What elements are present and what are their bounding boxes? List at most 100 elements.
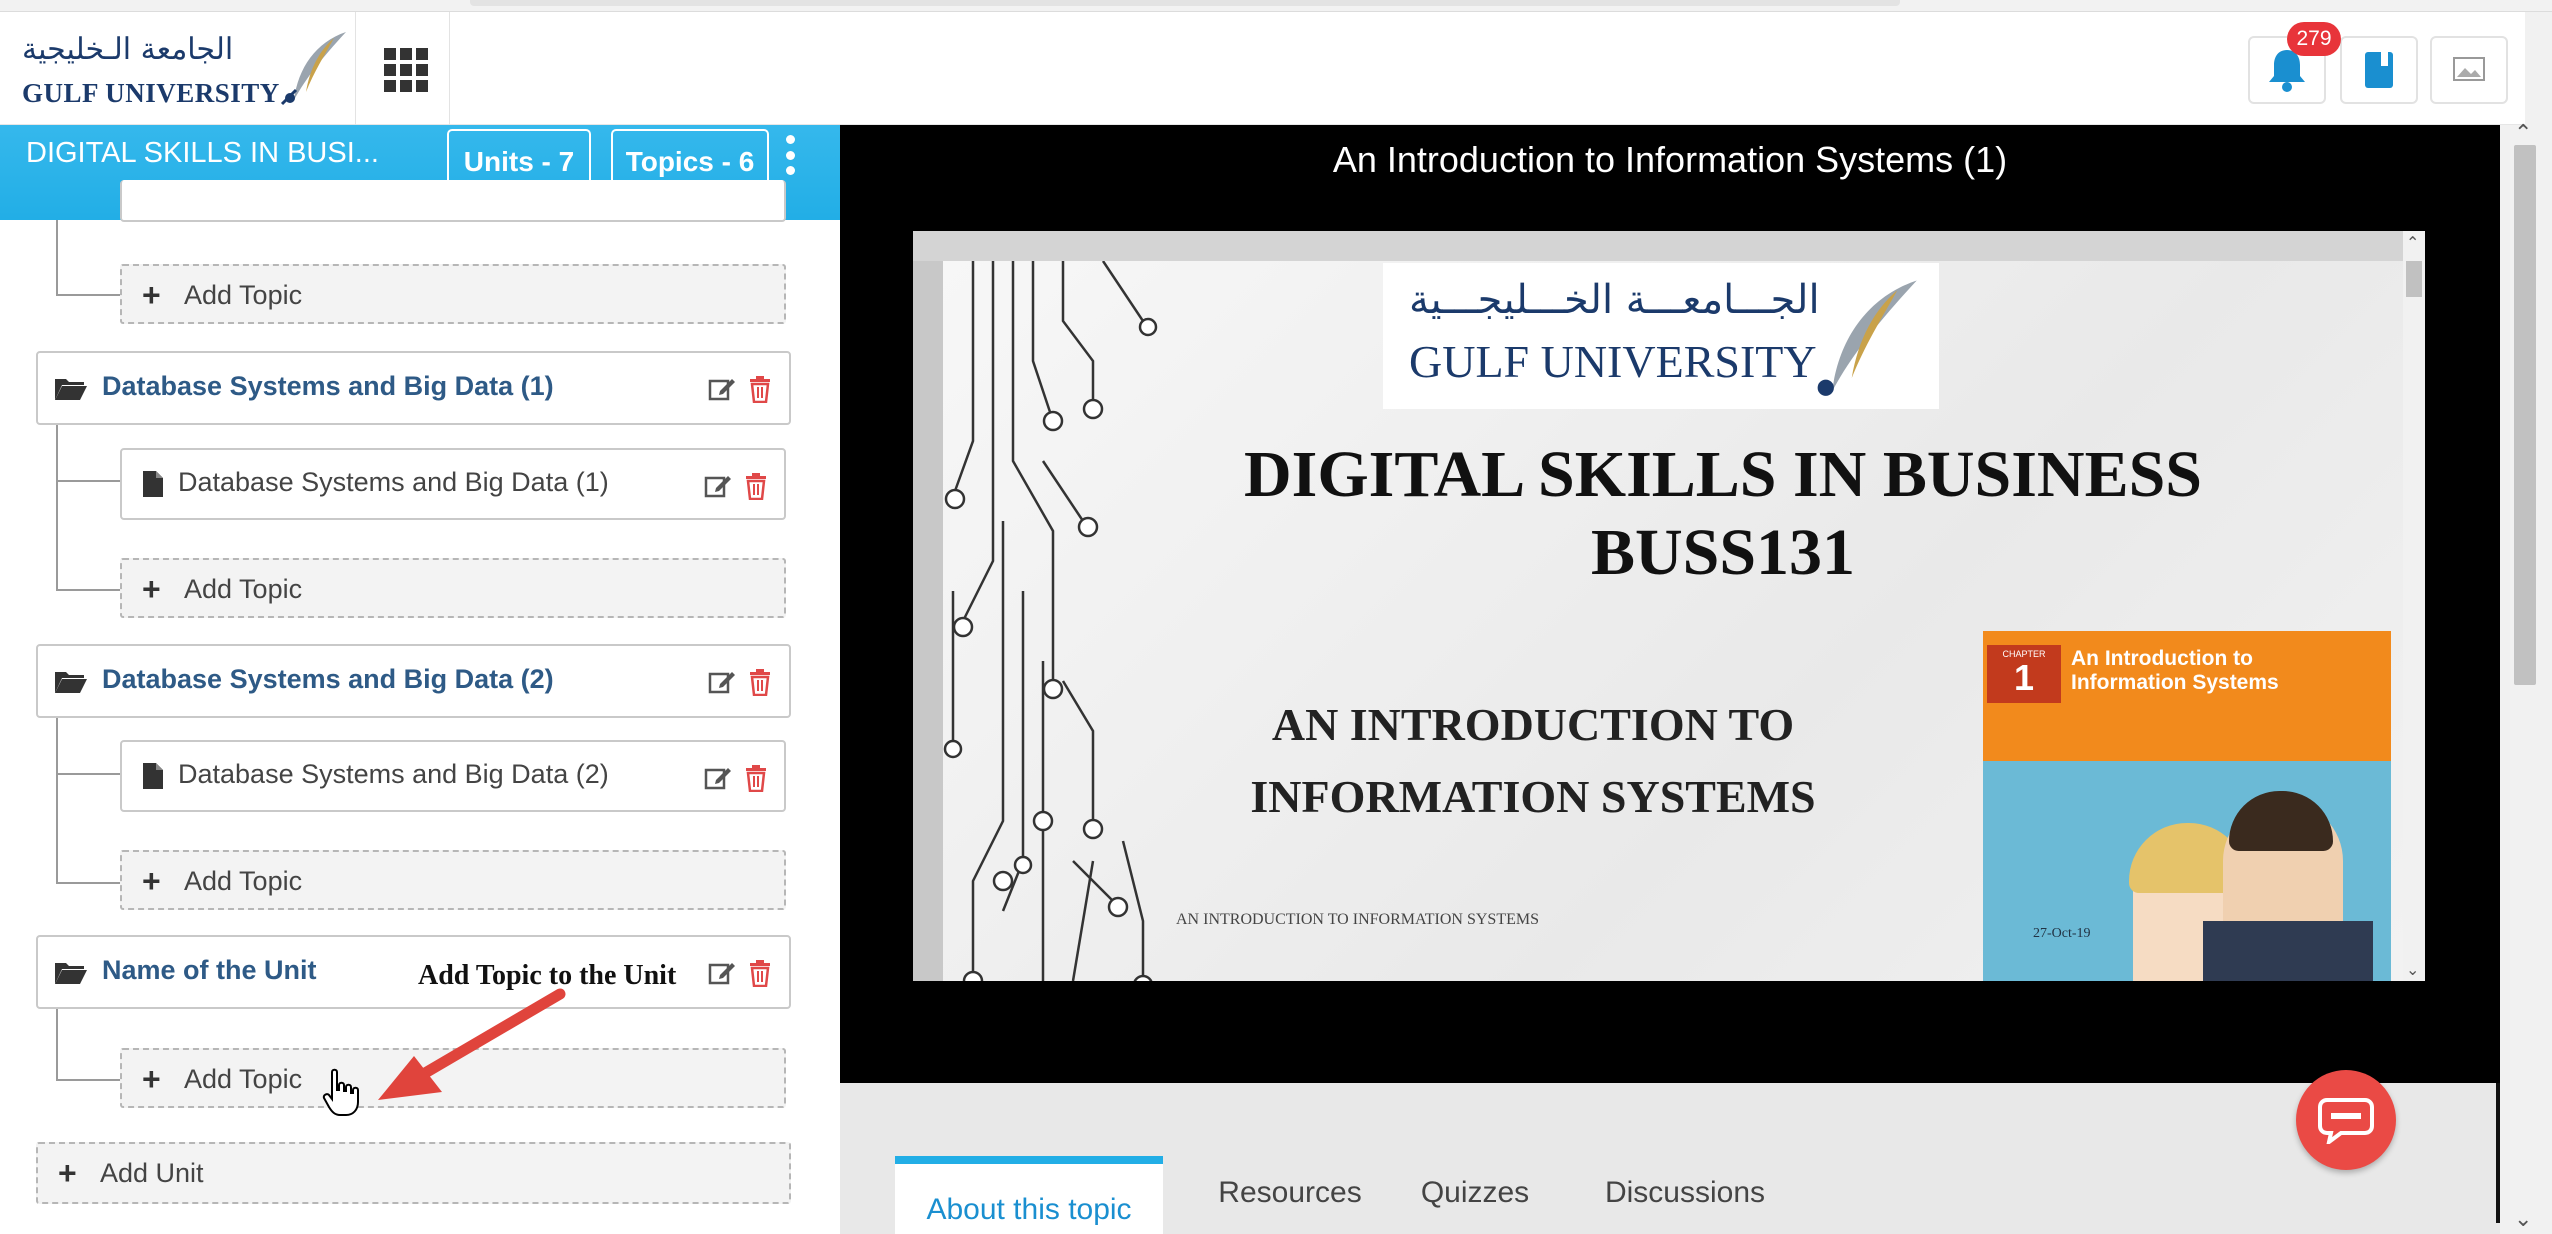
slide-footer: AN INTRODUCTION TO INFORMATION SYSTEMS <box>1176 911 1539 928</box>
profile-image-button[interactable] <box>2430 36 2508 104</box>
hand-cursor-icon <box>322 1068 359 1116</box>
add-topic-label: Add Topic <box>184 1064 303 1094</box>
textbook-cover-image: CHAPTER 1 An Introduction to Information… <box>1983 631 2391 981</box>
topic-viewer: An Introduction to Information Systems (… <box>840 125 2500 1083</box>
more-options-icon[interactable] <box>783 135 797 175</box>
tree-connector <box>56 480 120 482</box>
annotation-arrow <box>378 988 566 1100</box>
tree-connector <box>56 1079 120 1081</box>
slide-title-line: DIGITAL SKILLS IN BUSINESS <box>1243 438 2203 511</box>
tree-connector <box>56 882 120 884</box>
tree-connector <box>56 294 120 296</box>
topic-item[interactable]: Database Systems and Big Data (1) <box>120 448 786 520</box>
scroll-up-icon[interactable]: ⌃ <box>2514 121 2532 146</box>
scroll-down-icon[interactable]: ⌄ <box>2514 1207 2532 1232</box>
tab-about-this-topic[interactable]: About this topic <box>895 1156 1163 1234</box>
topic-title: An Introduction to Information Systems (… <box>1332 139 2008 180</box>
slide-scrollbar[interactable]: ⌃ ⌄ <box>2403 231 2425 981</box>
plus-icon: + <box>58 1155 77 1191</box>
delete-icon[interactable] <box>748 375 772 403</box>
slide-university-logo: الجـــامعـــة الخـــليجـــية GULF UNIVER… <box>1383 263 1939 409</box>
chapter-badge: CHAPTER 1 <box>1987 645 2061 703</box>
folder-open-icon <box>55 379 87 400</box>
notification-count-badge: 279 <box>2287 22 2341 56</box>
slide-title: DIGITAL SKILLS IN BUSINESS BUSS131 <box>1123 436 2323 592</box>
add-topic-label: Add Topic <box>184 574 303 604</box>
file-icon <box>143 763 163 789</box>
tree-connector <box>56 718 58 884</box>
topic-item[interactable]: Database Systems and Big Data (2) <box>120 740 786 812</box>
slide-subtitle-line: AN INTRODUCTION TO <box>1271 699 1795 750</box>
bookmarks-button[interactable] <box>2340 36 2418 104</box>
tree-connector <box>56 1009 58 1081</box>
tree-connector <box>56 773 120 775</box>
topic-item-partial[interactable] <box>120 180 786 222</box>
add-topic-label: Add Topic <box>184 866 303 896</box>
add-unit-button[interactable]: + Add Unit <box>36 1142 791 1204</box>
page-scrollbar[interactable]: ⌃ ⌄ <box>2500 121 2552 1234</box>
slide-date: 27-Oct-19 <box>2033 926 2091 941</box>
plus-icon: + <box>142 571 161 607</box>
delete-icon[interactable] <box>748 668 772 696</box>
add-topic-button[interactable]: + Add Topic <box>120 264 786 324</box>
tree-connector <box>56 425 58 591</box>
add-topic-label: Add Topic <box>184 280 303 310</box>
tab-discussions[interactable]: Discussions <box>1575 1152 1795 1234</box>
unit-name: Name of the Unit <box>102 955 317 985</box>
edit-icon[interactable] <box>704 472 732 500</box>
chat-button[interactable] <box>2296 1070 2396 1170</box>
unit-tree: + Add Topic Database Systems and Big Dat… <box>0 180 840 1234</box>
course-sidebar: DIGITAL SKILLS IN BUSI... Units - 7 Topi… <box>0 125 840 1234</box>
scrollbar-thumb[interactable] <box>2406 261 2422 297</box>
add-unit-label: Add Unit <box>100 1158 204 1188</box>
file-icon <box>143 471 163 497</box>
logo-english-text: GULF UNIVERSITY <box>22 78 280 108</box>
topic-name: Database Systems and Big Data (2) <box>178 759 609 789</box>
logo-arabic-text: الجامعة الـخليجية <box>22 32 234 67</box>
delete-icon[interactable] <box>744 472 768 500</box>
delete-icon[interactable] <box>744 764 768 792</box>
topic-tabs: About this topic Resources Quizzes Discu… <box>840 1083 2500 1234</box>
circuit-decoration <box>943 261 1158 981</box>
edit-icon[interactable] <box>704 764 732 792</box>
scroll-down-icon[interactable]: ⌄ <box>2406 960 2419 979</box>
slide-title-line: BUSS131 <box>1590 516 1856 589</box>
edit-icon[interactable] <box>708 959 736 987</box>
edit-icon[interactable] <box>708 668 736 696</box>
apps-grid-icon[interactable] <box>378 42 430 94</box>
falcon-logo-icon <box>1817 280 1917 396</box>
slide-logo-arabic: الجـــامعـــة الخـــليجـــية <box>1409 277 1820 323</box>
course-title[interactable]: DIGITAL SKILLS IN BUSI... <box>26 137 379 170</box>
page-scrollbar-thumb[interactable] <box>2514 145 2536 685</box>
browser-address-bar[interactable] <box>470 0 1900 6</box>
unit-item[interactable]: Database Systems and Big Data (2) <box>36 644 791 718</box>
app-root: الجامعة الـخليجية GULF UNIVERSITY 279 DI… <box>0 0 2552 1234</box>
edit-icon[interactable] <box>708 375 736 403</box>
tab-quizzes[interactable]: Quizzes <box>1400 1152 1550 1234</box>
plus-icon: + <box>142 863 161 899</box>
viewer-toolbar <box>913 231 2403 261</box>
slide-viewer[interactable]: الجـــامعـــة الخـــليجـــية GULF UNIVER… <box>913 231 2425 981</box>
header: الجامعة الـخليجية GULF UNIVERSITY 279 <box>0 12 2525 125</box>
chat-bubble-icon <box>2318 1098 2374 1144</box>
header-divider <box>355 12 356 125</box>
folder-open-icon <box>55 672 87 693</box>
tree-connector <box>56 220 58 296</box>
gulf-university-logo[interactable]: الجامعة الـخليجية GULF UNIVERSITY <box>18 26 348 116</box>
page-scrollbar-top <box>2525 12 2552 125</box>
presentation-slide: الجـــامعـــة الخـــليجـــية GULF UNIVER… <box>943 261 2403 981</box>
unit-name: Database Systems and Big Data (1) <box>102 371 554 401</box>
book-title: An Introduction to Information Systems <box>2071 647 2279 694</box>
slide-subtitle-line: INFORMATION SYSTEMS <box>1250 771 1816 822</box>
tab-resources[interactable]: Resources <box>1190 1152 1390 1234</box>
add-topic-button[interactable]: + Add Topic <box>120 850 786 910</box>
add-topic-button[interactable]: + Add Topic <box>120 558 786 618</box>
unit-item[interactable]: Database Systems and Big Data (1) <box>36 351 791 425</box>
scroll-up-icon[interactable]: ⌃ <box>2406 233 2419 252</box>
plus-icon: + <box>142 277 161 313</box>
delete-icon[interactable] <box>748 959 772 987</box>
folder-open-icon <box>55 963 87 984</box>
image-placeholder-icon <box>2453 57 2485 81</box>
browser-top-strip <box>0 0 2552 12</box>
slide-subtitle: AN INTRODUCTION TO INFORMATION SYSTEMS <box>1193 689 1873 833</box>
